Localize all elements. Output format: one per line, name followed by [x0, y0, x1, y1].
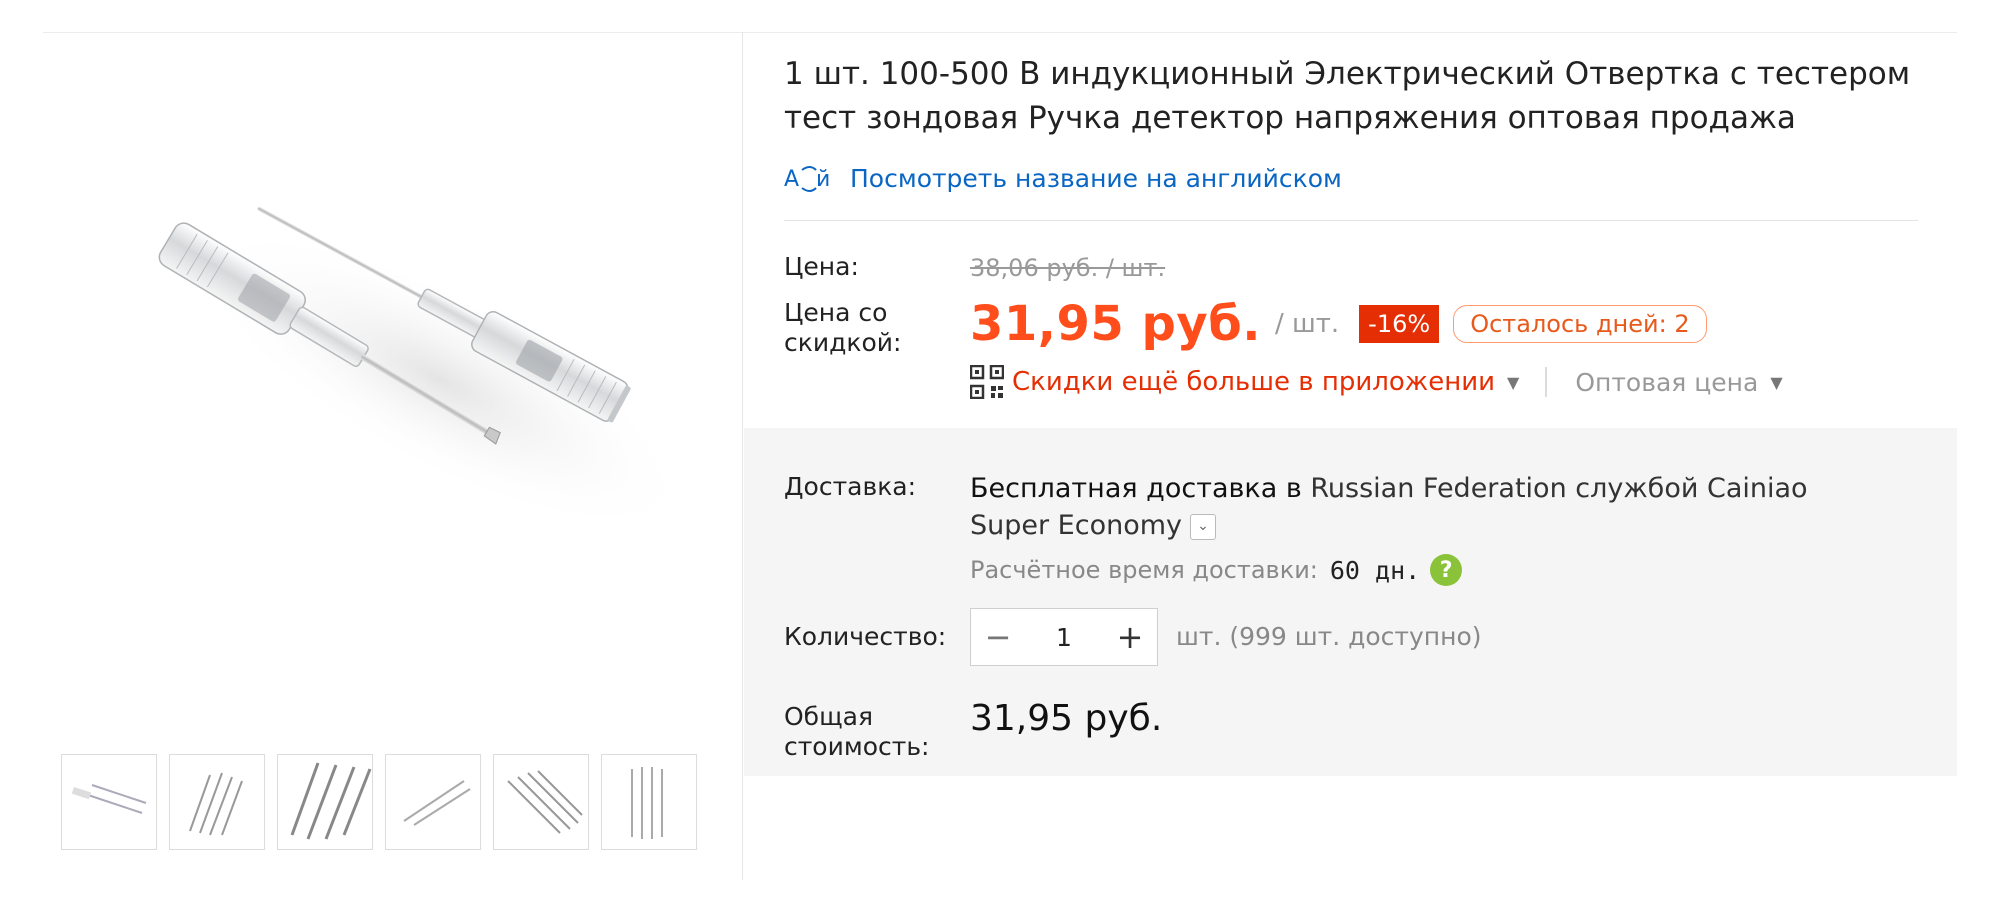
vertical-divider: [1545, 367, 1548, 397]
translate-row: А й Посмотреть название на английском: [784, 158, 1342, 198]
shipping-info: Бесплатная доставка в Russian Federation…: [970, 470, 1890, 544]
thumbnail-strip: [61, 754, 697, 850]
original-price: 38,06 руб. / шт.: [970, 254, 1166, 282]
wholesale-price-link[interactable]: Оптовая цена: [1575, 368, 1758, 397]
current-price: 31,95 руб.: [970, 296, 1261, 352]
main-product-image[interactable]: [110, 150, 730, 550]
quantity-stepper: − +: [970, 608, 1158, 666]
discount-price-label: Цена со скидкой:: [784, 298, 902, 357]
decrease-quantity-button[interactable]: −: [971, 609, 1025, 665]
total-price: 31,95 руб.: [970, 698, 1163, 739]
eta-value: 60 дн.: [1329, 555, 1421, 585]
quantity-input[interactable]: [1027, 621, 1101, 653]
column-divider: [742, 32, 743, 880]
discount-badge: -16%: [1359, 305, 1440, 343]
qr-code-icon[interactable]: [970, 365, 1004, 399]
shipping-dropdown-icon[interactable]: ⌄: [1190, 513, 1217, 540]
app-discount-row: Скидки ещё больше в приложении ▼ Оптовая…: [970, 365, 1783, 399]
product-title: 1 шт. 100-500 В индукционный Электрическ…: [784, 56, 1911, 136]
price-label: Цена:: [784, 252, 859, 281]
caret-down-icon[interactable]: ▼: [1507, 373, 1519, 392]
thumbnail-6[interactable]: [601, 754, 697, 850]
quantity-available: шт. (999 шт. доступно): [1176, 622, 1482, 651]
screwdriver-image: [158, 206, 691, 534]
delivery-estimate: Расчётное время доставки: 60 дн. ?: [970, 554, 1463, 586]
days-left-badge: Осталось дней: 2: [1453, 305, 1707, 343]
shipping-label: Доставка:: [784, 472, 917, 501]
thumbnail-3[interactable]: [277, 754, 373, 850]
price-row: 31,95 руб. / шт. -16% Осталось дней: 2: [970, 296, 1707, 352]
quantity-label: Количество:: [784, 622, 947, 651]
translate-icon[interactable]: А й: [784, 158, 836, 198]
increase-quantity-button[interactable]: +: [1103, 609, 1157, 665]
top-divider: [43, 32, 1957, 33]
thumbnail-4[interactable]: [385, 754, 481, 850]
caret-down-icon[interactable]: ▼: [1770, 373, 1782, 392]
eta-label: Расчётное время доставки:: [970, 556, 1318, 584]
svg-text:й: й: [816, 167, 830, 192]
thumbnail-5[interactable]: [493, 754, 589, 850]
translate-title-link[interactable]: Посмотреть название на английском: [850, 164, 1342, 193]
help-icon[interactable]: ?: [1430, 554, 1463, 586]
free-shipping-text: Бесплатная доставка в: [970, 473, 1302, 504]
total-label: Общая стоимость:: [784, 702, 930, 761]
title-separator: [784, 220, 1918, 221]
svg-text:А: А: [784, 167, 799, 192]
price-unit: / шт.: [1274, 309, 1340, 339]
thumbnail-2[interactable]: [169, 754, 265, 850]
app-discount-link[interactable]: Скидки ещё больше в приложении: [1012, 367, 1495, 397]
thumbnail-1[interactable]: [61, 754, 157, 850]
